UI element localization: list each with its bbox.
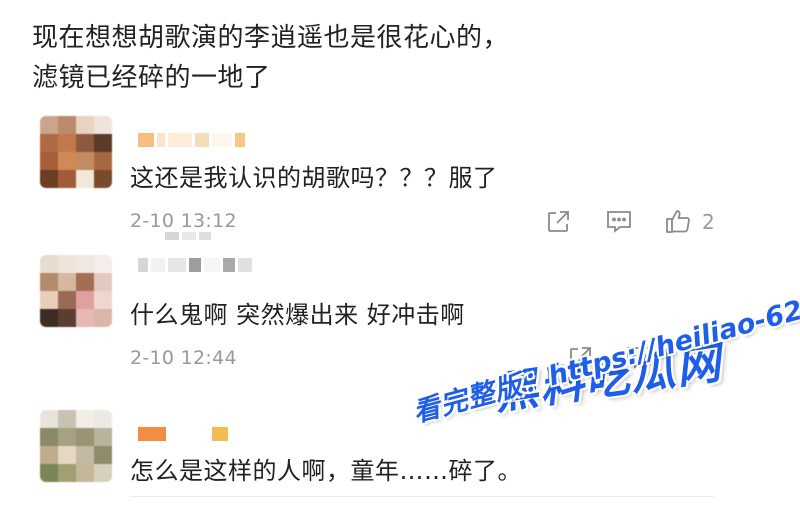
comment-timestamp: 2-10 13:12 xyxy=(130,210,237,232)
timestamp-redaction xyxy=(165,232,211,240)
weibo-comment-screenshot: 现在想想胡歌演的李逍遥也是很花心的， 滤镜已经碎的一地了 这还是我认识的胡歌吗？… xyxy=(0,0,800,509)
like-count: 2 xyxy=(702,210,715,234)
username-blurred[interactable] xyxy=(138,427,228,441)
comment-timestamp: 2-10 12:44 xyxy=(130,347,237,369)
post-line-2: 滤镜已经碎的一地了 xyxy=(32,63,271,93)
username-blurred[interactable] xyxy=(138,258,252,272)
comment-text: 这还是我认识的胡歌吗？？？服了 xyxy=(130,164,498,192)
divider xyxy=(130,496,714,497)
thumbs-up-icon[interactable] xyxy=(663,206,693,236)
username-blurred[interactable] xyxy=(138,133,245,147)
avatar[interactable] xyxy=(40,255,112,327)
post-content: 现在想想胡歌演的李逍遥也是很花心的， 滤镜已经碎的一地了 xyxy=(32,18,509,98)
avatar[interactable] xyxy=(40,410,112,482)
comment-text: 什么鬼啊 突然爆出来 好冲击啊 xyxy=(130,301,465,329)
watermark-label: 看完整版： xyxy=(409,362,554,429)
post-line-1: 现在想想胡歌演的李逍遥也是很花心的， xyxy=(32,23,510,53)
comment-text: 怎么是这样的人啊，童年……碎了。 xyxy=(130,457,522,485)
avatar[interactable] xyxy=(40,116,112,188)
comment-icon[interactable] xyxy=(604,207,634,237)
share-icon[interactable] xyxy=(543,207,573,237)
